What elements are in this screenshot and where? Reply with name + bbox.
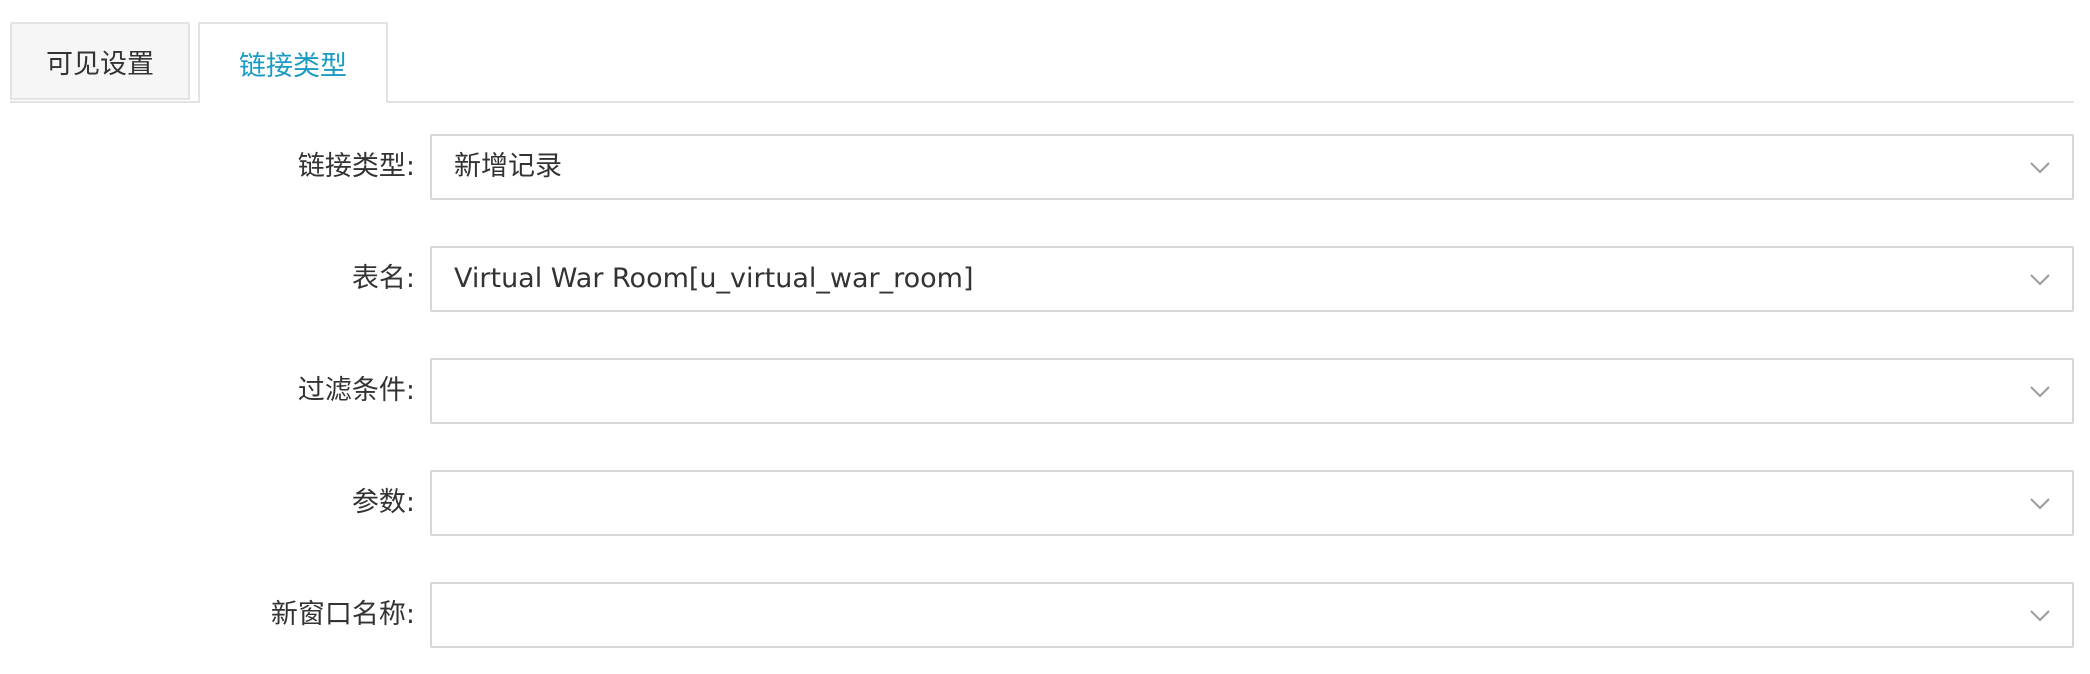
form-row-table-name: 表名: Virtual War Room[u_virtual_war_room] <box>0 246 2090 312</box>
tab-bar: 可见设置 链接类型 <box>10 22 2074 103</box>
link-type-value: 新增记录 <box>454 151 562 182</box>
tab-label: 可见设置 <box>46 48 154 80</box>
link-type-select[interactable]: 新增记录 <box>430 134 2074 200</box>
form-row-params: 参数: <box>0 470 2090 536</box>
filter-select[interactable] <box>430 358 2074 424</box>
table-name-value: Virtual War Room[u_virtual_war_room] <box>454 263 974 294</box>
table-name-label: 表名: <box>351 263 415 294</box>
form-row-link-type: 链接类型: 新增记录 <box>0 134 2090 200</box>
chevron-down-icon <box>2028 155 2052 179</box>
chevron-down-icon <box>2028 379 2052 403</box>
tab-visibility-settings[interactable]: 可见设置 <box>10 22 190 100</box>
window-name-select[interactable] <box>430 582 2074 648</box>
form-row-window-name: 新窗口名称: <box>0 582 2090 648</box>
tab-label: 链接类型 <box>239 51 347 82</box>
chevron-down-icon <box>2028 267 2052 291</box>
params-label: 参数: <box>351 487 415 518</box>
tab-link-type[interactable]: 链接类型 <box>198 22 388 103</box>
link-type-label: 链接类型: <box>297 151 415 182</box>
chevron-down-icon <box>2028 491 2052 515</box>
params-select[interactable] <box>430 470 2074 536</box>
table-name-select[interactable]: Virtual War Room[u_virtual_war_room] <box>430 246 2074 312</box>
form-row-filter: 过滤条件: <box>0 358 2090 424</box>
chevron-down-icon <box>2028 603 2052 627</box>
window-name-label: 新窗口名称: <box>270 599 415 630</box>
filter-label: 过滤条件: <box>297 375 415 406</box>
